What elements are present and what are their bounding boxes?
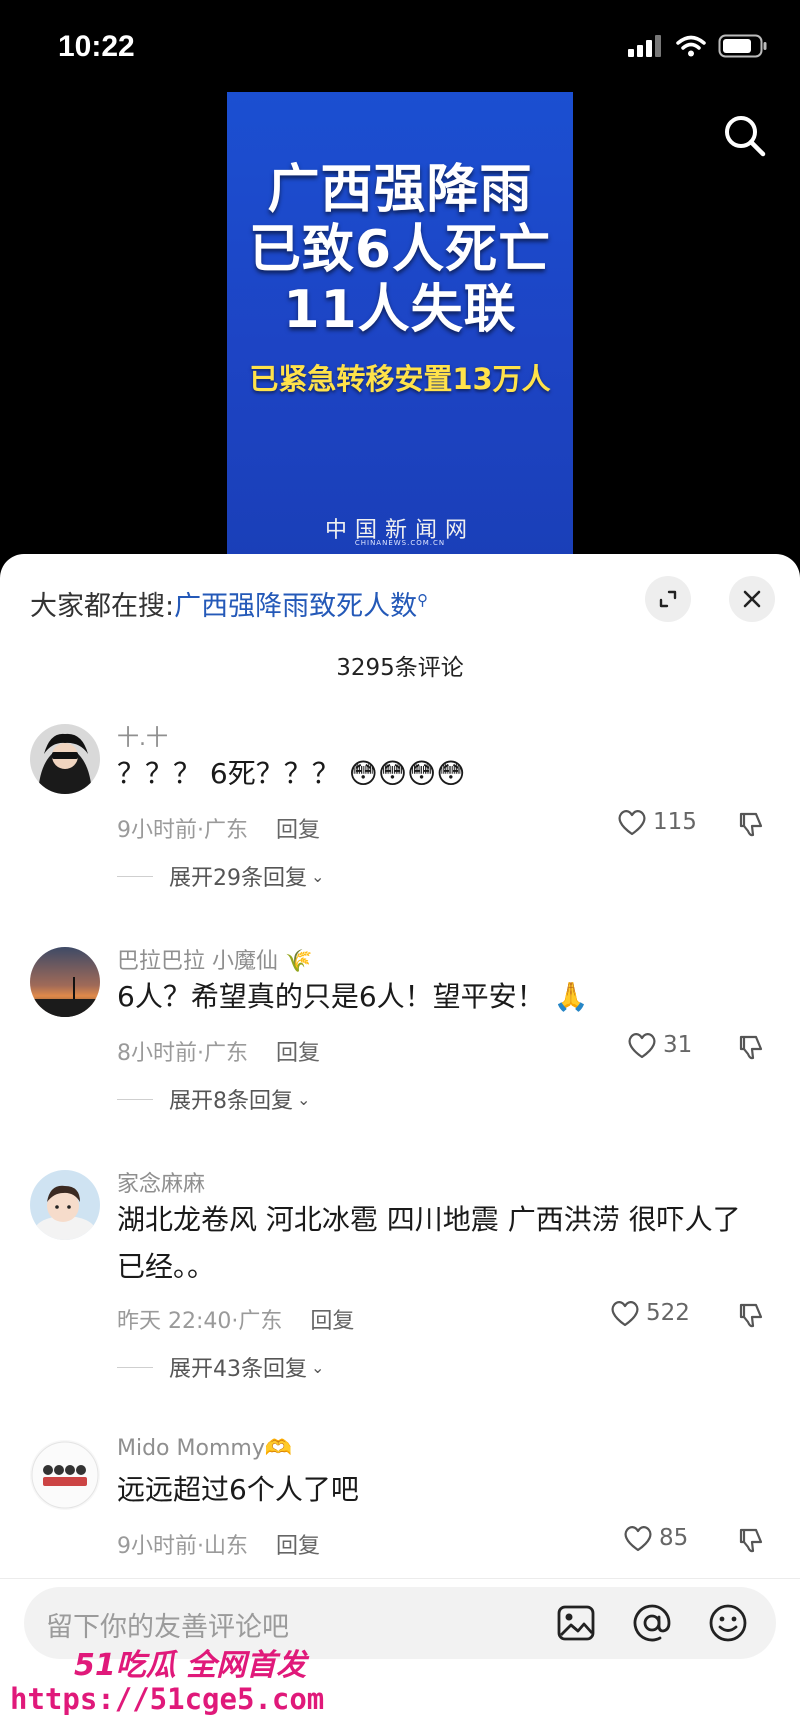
close-icon <box>743 590 761 608</box>
comment-input-placeholder: 留下你的友善评论吧 <box>46 1612 289 1643</box>
status-bar: 10:22 <box>0 0 800 95</box>
search-suggestion[interactable]: 大家都在搜:广西强降雨致死人数⚲ <box>30 584 428 623</box>
comment-time: 9小时前·广东 <box>117 818 248 843</box>
commenter-name[interactable]: 巴拉巴拉 小魔仙 🌾 <box>117 943 312 975</box>
image-icon <box>557 1605 595 1641</box>
poster-headline-2: 已致6人死亡 <box>248 220 552 280</box>
expand-replies-button[interactable]: 展开43条回复 ⌄ <box>117 1351 324 1383</box>
poster-subline: 已紧急转移安置13万人 <box>249 362 551 396</box>
status-time: 10:22 <box>58 30 135 63</box>
expand-replies-button[interactable]: 展开8条回复 ⌄ <box>117 1083 310 1115</box>
comment-text: 6人？希望真的只是6人！望平安！ 🙏 <box>117 980 589 1013</box>
comment-item: Mido Mommy🫶 远远超过6个人了吧 9小时前·山东 回复 85 <box>0 1410 800 1580</box>
expand-sheet-button[interactable] <box>645 576 691 622</box>
comment-item: 家念麻麻 湖北龙卷风 河北冰雹 四川地震 广西洪涝 很吓人了已经。。 昨天 22… <box>0 1140 800 1405</box>
chevron-down-icon: ⌄ <box>311 866 325 886</box>
comment-item: 十.十 ？？？ 6死？？？ 😳😳😳😳 9小时前·广东 回复 115 展开29条回复… <box>0 694 800 914</box>
like-button[interactable]: 522 <box>610 1299 690 1327</box>
commenter-name[interactable]: 家念麻麻 <box>117 1166 205 1198</box>
watermark-slogan: 51吃瓜 全网首发 <box>74 1648 307 1683</box>
comment-meta: 昨天 22:40·广东 回复 <box>117 1303 354 1335</box>
image-button[interactable] <box>556 1603 596 1643</box>
search-icon <box>725 116 766 157</box>
heart-icon <box>611 1301 639 1327</box>
heart-icon <box>628 1033 656 1059</box>
avatar[interactable] <box>30 724 100 794</box>
expand-replies-button[interactable]: 展开29条回复 ⌄ <box>117 860 324 892</box>
mention-button[interactable] <box>632 1603 672 1643</box>
watermark-url: https://51cge5.com <box>10 1682 325 1716</box>
suggestion-query-link[interactable]: 广西强降雨致死人数 <box>174 591 417 622</box>
close-sheet-button[interactable] <box>729 576 775 622</box>
thumbs-down-icon <box>739 1035 763 1060</box>
poster-headline-3: 11人失联 <box>283 280 517 340</box>
avatar[interactable] <box>30 1170 100 1240</box>
thumbs-down-icon <box>739 812 763 837</box>
reply-button[interactable]: 回复 <box>276 818 320 843</box>
dislike-button[interactable] <box>737 1302 765 1334</box>
reply-button[interactable]: 回复 <box>276 1534 320 1559</box>
suggestion-search-icon: ⚲ <box>417 591 429 609</box>
comments-sheet: 大家都在搜:广西强降雨致死人数⚲ 3295条评论 十.十 ？？？ 6死？？？ 😳… <box>0 554 800 1733</box>
at-icon <box>633 1604 671 1642</box>
chevron-down-icon: ⌄ <box>311 1357 325 1377</box>
comment-text: ？？？ 6死？？？ 😳😳😳😳 <box>117 757 466 790</box>
dislike-button[interactable] <box>737 811 765 843</box>
poster-brand-domain: CHINANEWS.COM.CN <box>354 539 446 547</box>
like-button[interactable]: 31 <box>627 1031 692 1059</box>
avatar[interactable] <box>30 947 100 1017</box>
emoji-button[interactable] <box>708 1603 748 1643</box>
watermark: 51吃瓜 全网首发 https://51cge5.com <box>0 1640 800 1733</box>
heart-icon <box>624 1526 652 1552</box>
reply-button[interactable]: 回复 <box>276 1041 320 1066</box>
commenter-name[interactable]: 十.十 <box>117 720 168 752</box>
comment-meta: 8小时前·广东 回复 <box>117 1035 320 1067</box>
suggestion-prefix: 大家都在搜: <box>30 591 175 622</box>
comment-count: 3295条评论 <box>336 655 464 681</box>
like-count: 522 <box>646 1300 690 1326</box>
poster-headline-1: 广西强降雨 <box>267 160 533 220</box>
search-button[interactable] <box>722 113 768 159</box>
comment-text: 远远超过6个人了吧 <box>117 1473 359 1506</box>
comment-time: 8小时前·广东 <box>117 1041 248 1066</box>
comment-meta: 9小时前·山东 回复 <box>117 1528 320 1560</box>
like-button[interactable]: 85 <box>623 1524 688 1552</box>
heart-hands-emoji: 🫶 <box>264 1436 293 1461</box>
comment-time: 9小时前·山东 <box>117 1534 248 1559</box>
battery-icon <box>718 34 767 58</box>
chevron-down-icon: ⌄ <box>297 1089 311 1109</box>
emoji-icon <box>709 1604 747 1642</box>
wheat-emoji: 🌾 <box>285 949 313 974</box>
avatar[interactable] <box>30 1440 100 1510</box>
dislike-button[interactable] <box>737 1034 765 1066</box>
like-count: 85 <box>659 1525 689 1551</box>
like-count: 31 <box>663 1032 693 1058</box>
like-count: 115 <box>653 809 697 835</box>
signal-icon <box>628 35 661 57</box>
comment-meta: 9小时前·广东 回复 <box>117 812 320 844</box>
wifi-icon <box>676 35 706 57</box>
heart-icon <box>618 810 646 836</box>
expand-icon <box>659 590 677 608</box>
comment-item: 巴拉巴拉 小魔仙 🌾 6人？希望真的只是6人！望平安！ 🙏 8小时前·广东 回复 … <box>0 917 800 1137</box>
comment-text: 湖北龙卷风 河北冰雹 四川地震 广西洪涝 很吓人了已经。。 <box>117 1203 741 1283</box>
comment-time: 昨天 22:40·广东 <box>117 1309 283 1334</box>
thumbs-down-icon <box>739 1303 763 1328</box>
commenter-name[interactable]: Mido Mommy🫶 <box>117 1436 292 1461</box>
dislike-button[interactable] <box>737 1527 765 1559</box>
emoji-pray: 🙏 <box>553 980 589 1013</box>
reply-button[interactable]: 回复 <box>310 1309 354 1334</box>
status-icons <box>628 34 768 58</box>
thumbs-down-icon <box>739 1528 763 1553</box>
news-poster: 广西强降雨 已致6人死亡 11人失联 已紧急转移安置13万人 中国新闻网 CHI… <box>227 92 573 560</box>
emoji-flushed: 😳😳😳😳 <box>348 757 466 790</box>
like-button[interactable]: 115 <box>617 808 697 836</box>
